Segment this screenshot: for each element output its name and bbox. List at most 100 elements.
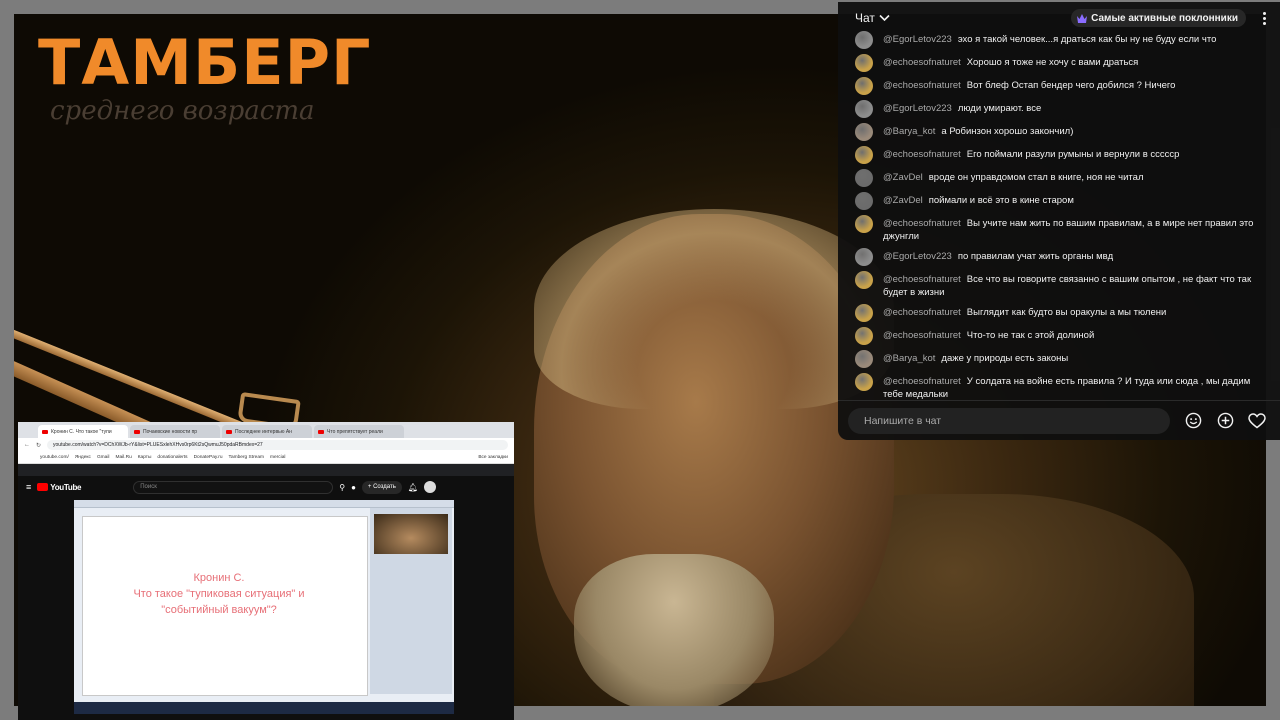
browser-tab[interactable]: Почаевские новости пр (130, 425, 220, 438)
top-fans-label: Самые активные поклонники (1091, 12, 1238, 24)
chat-message[interactable]: @echoesofnaturet Все что вы говорите связ… (855, 270, 1266, 299)
chat-author[interactable]: @echoesofnaturet (883, 80, 961, 91)
chat-message[interactable]: @echoesofnaturet Выглядит как будто вы ор… (855, 303, 1266, 322)
youtube-logo[interactable]: YouTube (37, 483, 82, 492)
chat-message[interactable]: @echoesofnaturet Вы учите нам жить по ваш… (855, 214, 1266, 243)
chat-author[interactable]: @ZavDel (883, 172, 923, 183)
bookmark-item[interactable]: DonatePay.ru (194, 455, 223, 460)
bell-icon[interactable]: 🔔︎ (408, 483, 418, 492)
stream-frame: ТАМБЕРГ среднего возраста Чат Самые акти… (0, 0, 1280, 720)
chat-message-text: @Barya_kot а Робинзон хорошо закончил) (883, 122, 1073, 138)
chat-message-text: @EgorLetov223 по правилам учат жить орган… (883, 247, 1113, 263)
youtube-search-input[interactable]: Поиск (133, 480, 334, 494)
chat-author[interactable]: @EgorLetov223 (883, 103, 952, 114)
avatar[interactable] (855, 169, 873, 187)
chat-message[interactable]: @echoesofnaturet Хорошо я тоже не хочу с … (855, 53, 1266, 72)
chat-author[interactable]: @echoesofnaturet (883, 330, 961, 341)
chat-author[interactable]: @echoesofnaturet (883, 376, 961, 387)
more-options-icon[interactable] (1258, 11, 1270, 25)
search-icon[interactable]: ⚲ (339, 483, 345, 492)
chat-message-text: @echoesofnaturet Вы учите нам жить по ваш… (883, 214, 1266, 243)
browser-tab[interactable]: Последнее интервью Ан (222, 425, 312, 438)
avatar[interactable] (424, 481, 437, 493)
avatar[interactable] (855, 192, 873, 210)
avatar[interactable] (855, 100, 873, 118)
chat-message-text: @Barya_kot даже у природы есть законы (883, 349, 1068, 365)
chat-message-body: Выглядит как будто вы оракулы а мы тюлен… (966, 307, 1167, 318)
emoji-icon[interactable] (1184, 412, 1202, 430)
bookmark-item[interactable]: mercial (270, 455, 285, 460)
create-button[interactable]: + Создать (361, 480, 402, 494)
chat-message[interactable]: @echoesofnaturet Его поймали разули румын… (855, 145, 1266, 164)
avatar[interactable] (855, 215, 873, 233)
chat-mode-dropdown[interactable]: Чат (855, 11, 890, 25)
avatar[interactable] (855, 327, 873, 345)
chat-message-body: Хорошо я тоже не хочу с вами драться (966, 57, 1139, 68)
screen-share-window: Кронин С. Что такое "тупи Почаевские нов… (18, 422, 514, 720)
menu-icon[interactable]: ≡ (26, 482, 31, 492)
back-arrow-icon[interactable]: ← (24, 442, 30, 448)
chat-message[interactable]: @Barya_kot даже у природы есть законы (855, 349, 1266, 368)
bookmark-item[interactable]: Mail.Ru (115, 455, 131, 460)
chat-message-text: @ZavDel вроде он управдомом стал в книге,… (883, 168, 1144, 184)
add-icon[interactable] (1216, 412, 1234, 430)
avatar[interactable] (855, 146, 873, 164)
chat-input[interactable] (848, 407, 1170, 434)
bookmark-item[interactable]: youtube.com/ (40, 455, 69, 460)
chat-message[interactable]: @EgorLetov223 эхо я такой человек...я дра… (855, 30, 1266, 49)
chat-author[interactable]: @echoesofnaturet (883, 274, 961, 285)
avatar[interactable] (855, 123, 873, 141)
youtube-video-player[interactable]: Кронин С. Что такое "тупиковая ситуация" … (74, 500, 454, 714)
chat-message-text: @EgorLetov223 люди умирают. все (883, 99, 1041, 115)
heart-icon[interactable] (1248, 412, 1266, 430)
avatar[interactable] (855, 271, 873, 289)
bookmark-item[interactable]: Яндекс (75, 455, 91, 460)
tab-label: Почаевские новости пр (143, 428, 198, 435)
chat-message-text: @echoesofnaturet Вот блеф Остап бендер че… (883, 76, 1175, 92)
bookmark-item[interactable]: Gmail (97, 455, 110, 460)
youtube-page: ≡ YouTube Поиск ⚲ ● + Создать 🔔︎ Кронин … (18, 476, 514, 720)
chat-author[interactable]: @EgorLetov223 (883, 34, 952, 45)
chat-author[interactable]: @Barya_kot (883, 353, 935, 364)
chat-message[interactable]: @echoesofnaturet Вот блеф Остап бендер че… (855, 76, 1266, 95)
chat-message-text: @echoesofnaturet Выглядит как будто вы ор… (883, 303, 1166, 319)
chat-message[interactable]: @ZavDel поймали и всё это в кине старом (855, 191, 1266, 210)
reload-icon[interactable]: ↻ (36, 442, 41, 449)
chat-message[interactable]: @ZavDel вроде он управдомом стал в книге,… (855, 168, 1266, 187)
url-field[interactable]: youtube.com/watch?v=DChXWJb-rY&list=PLUE… (47, 440, 508, 450)
bookmark-item[interactable]: Tamberg Stream (229, 455, 264, 460)
microphone-icon[interactable]: ● (351, 483, 356, 492)
chat-author[interactable]: @echoesofnaturet (883, 149, 961, 160)
browser-tab[interactable]: Кронин С. Что такое "тупи (38, 425, 128, 438)
bookmark-item[interactable]: Все закладки (478, 455, 508, 460)
avatar[interactable] (855, 304, 873, 322)
chat-message[interactable]: @echoesofnaturet Что-то не так с этой дол… (855, 326, 1266, 345)
avatar[interactable] (855, 54, 873, 72)
bookmark-item[interactable]: Карты (138, 455, 152, 460)
chat-message[interactable]: @Barya_kot а Робинзон хорошо закончил) (855, 122, 1266, 141)
browser-address-bar: ← ↻ youtube.com/watch?v=DChXWJb-rY&list=… (18, 438, 514, 452)
avatar[interactable] (855, 373, 873, 391)
crown-icon (1077, 13, 1088, 23)
chat-author[interactable]: @ZavDel (883, 195, 923, 206)
browser-tab[interactable]: Что препятствует реали (314, 425, 404, 438)
chat-author[interactable]: @echoesofnaturet (883, 57, 961, 68)
channel-logo-subtitle: среднего возраста (50, 96, 315, 126)
avatar[interactable] (855, 350, 873, 368)
chat-message[interactable]: @EgorLetov223 по правилам учат жить орган… (855, 247, 1266, 266)
chat-author[interactable]: @EgorLetov223 (883, 251, 952, 262)
chat-author[interactable]: @echoesofnaturet (883, 218, 961, 229)
avatar[interactable] (855, 248, 873, 266)
chat-message-text: @EgorLetov223 эхо я такой человек...я дра… (883, 30, 1216, 46)
chat-message[interactable]: @echoesofnaturet У солдата на войне есть … (855, 372, 1266, 400)
bookmark-item[interactable]: donationalerts (157, 455, 187, 460)
avatar[interactable] (855, 31, 873, 49)
chat-author[interactable]: @Barya_kot (883, 126, 935, 137)
bookmarks-bar: youtube.com/ Яндекс Gmail Mail.Ru Карты … (18, 452, 514, 464)
chat-message-list[interactable]: @EgorLetov223 эхо я такой человек...я дра… (838, 30, 1280, 400)
chat-message-body: эхо я такой человек...я драться как бы н… (957, 34, 1217, 45)
chat-message[interactable]: @EgorLetov223 люди умирают. все (855, 99, 1266, 118)
chat-author[interactable]: @echoesofnaturet (883, 307, 961, 318)
avatar[interactable] (855, 77, 873, 95)
top-fans-button[interactable]: Самые активные поклонники (1071, 9, 1246, 27)
